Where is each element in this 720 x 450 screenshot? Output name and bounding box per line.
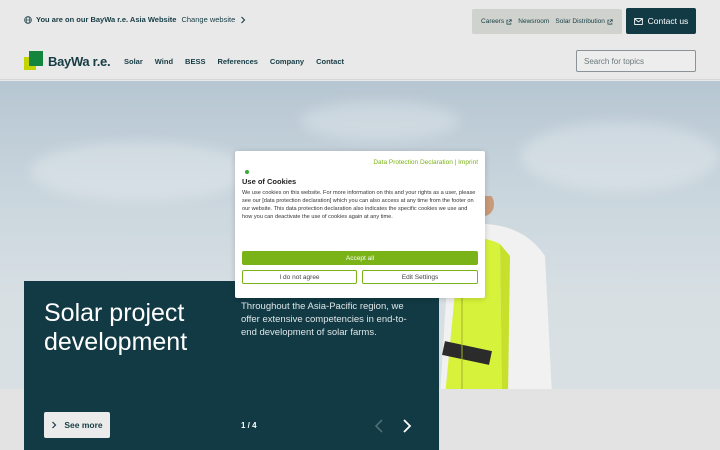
careers-link[interactable]: Careers — [481, 18, 512, 25]
contact-us-button[interactable]: Contact us — [626, 8, 696, 34]
hero-description: Throughout the Asia-Pacific region, we o… — [241, 301, 407, 338]
newsroom-label: Newsroom — [518, 18, 550, 25]
nav-item-solar[interactable]: Solar — [124, 57, 143, 66]
hero-slide-panel: Solar project development Throughout the… — [24, 281, 439, 450]
decline-button[interactable]: I do not agree — [242, 270, 357, 284]
external-link-icon — [506, 18, 512, 24]
nav-item-wind[interactable]: Wind — [155, 57, 173, 66]
nav-links: Solar Wind BESS References Company Conta… — [124, 57, 356, 66]
nav-item-bess[interactable]: BESS — [185, 57, 205, 66]
cookie-title: Use of Cookies — [242, 177, 297, 186]
contact-us-label: Contact us — [647, 16, 689, 26]
chevron-right-icon — [241, 16, 246, 23]
see-more-label: See more — [64, 420, 103, 430]
accept-all-button[interactable]: Accept all — [242, 251, 478, 265]
solar-distribution-label: Solar Distribution — [555, 18, 605, 25]
utility-bar: You are on our BayWa r.e. Asia Website C… — [0, 0, 720, 42]
previous-slide-button[interactable] — [373, 418, 385, 434]
solar-distribution-link[interactable]: Solar Distribution — [555, 18, 613, 25]
hero-title: Solar project development — [44, 299, 188, 356]
newsroom-link[interactable]: Newsroom — [518, 18, 549, 25]
mail-icon — [633, 17, 643, 25]
site-region-label: You are on our BayWa r.e. Asia Website — [36, 15, 177, 24]
cookie-consent-dialog: Data Protection Declaration | Imprint Us… — [235, 151, 485, 298]
cookie-text: We use cookies on this website. For more… — [242, 190, 476, 221]
external-link-icon — [607, 18, 613, 24]
status-dot-icon — [245, 170, 249, 174]
logo-text: BayWa r.e. — [48, 53, 111, 69]
change-website-link[interactable]: Change website — [181, 15, 246, 24]
edit-settings-button[interactable]: Edit Settings — [362, 270, 478, 284]
site-region-info: You are on our BayWa r.e. Asia Website C… — [24, 15, 246, 24]
change-website-label: Change website — [181, 15, 236, 24]
search-box — [576, 50, 696, 72]
globe-icon — [24, 15, 32, 24]
nav-item-company[interactable]: Company — [270, 57, 304, 66]
nav-item-references[interactable]: References — [217, 57, 257, 66]
careers-label: Careers — [481, 18, 505, 25]
baywa-logo[interactable]: BayWa r.e. — [24, 51, 111, 71]
search-input[interactable] — [584, 56, 694, 66]
data-protection-imprint-links[interactable]: Data Protection Declaration | Imprint — [373, 159, 478, 166]
main-navigation: BayWa r.e. Solar Wind BESS References Co… — [0, 42, 720, 80]
nav-item-contact[interactable]: Contact — [316, 57, 344, 66]
logo-mark — [24, 51, 44, 71]
see-more-button[interactable]: See more — [44, 412, 110, 438]
chevron-right-icon — [52, 421, 57, 429]
utility-links: Careers Newsroom Solar Distribution — [472, 9, 622, 34]
next-slide-button[interactable] — [401, 418, 413, 434]
slide-counter: 1 / 4 — [241, 421, 257, 430]
